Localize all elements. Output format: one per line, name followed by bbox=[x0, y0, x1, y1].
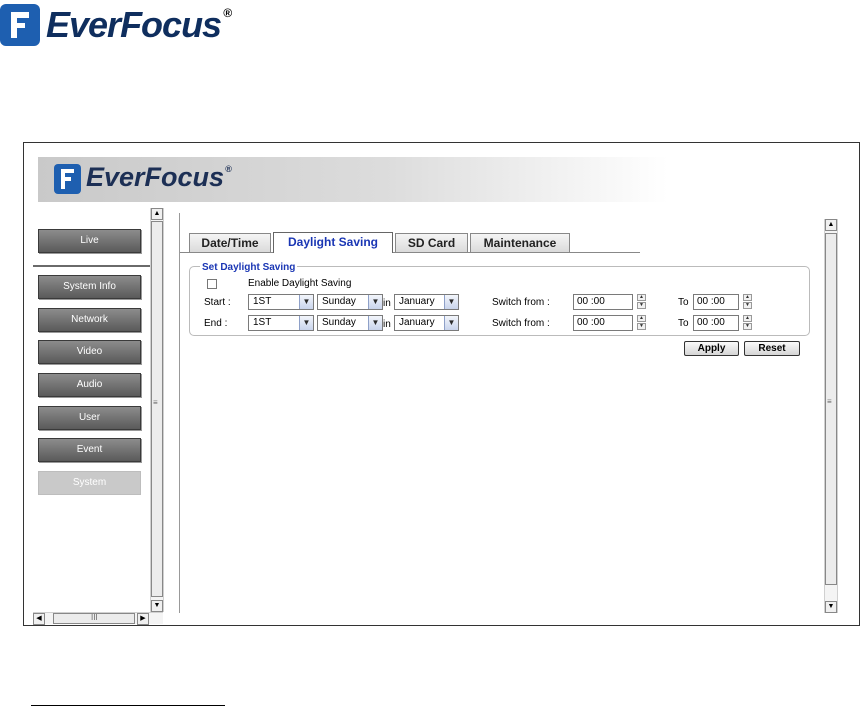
start-label: Start : bbox=[204, 297, 231, 308]
end-month-value: January bbox=[399, 317, 435, 328]
scroll-grip-icon: ≡ bbox=[153, 398, 158, 407]
banner-registered-mark: ® bbox=[225, 164, 232, 174]
spin-down-icon[interactable]: ▼ bbox=[743, 302, 752, 309]
scroll-up-icon[interactable]: ▲ bbox=[825, 219, 837, 231]
banner-brand-text: EverFocus bbox=[86, 162, 225, 192]
start-week-select[interactable]: 1ST ▼ bbox=[248, 294, 314, 310]
start-from-spinner[interactable]: ▲ ▼ bbox=[637, 294, 646, 310]
chevron-down-icon: ▼ bbox=[444, 316, 458, 330]
content-scroll-thumb[interactable] bbox=[825, 233, 837, 585]
scroll-up-icon[interactable]: ▲ bbox=[151, 208, 163, 220]
daylight-saving-legend: Set Daylight Saving bbox=[200, 262, 298, 273]
start-month-select[interactable]: January ▼ bbox=[394, 294, 459, 310]
nav-audio-button[interactable]: Audio bbox=[38, 373, 141, 397]
banner-logo-icon bbox=[54, 164, 81, 194]
end-from-time-input[interactable]: 00 :00 ▲ ▼ bbox=[573, 315, 646, 331]
enable-daylight-saving-checkbox[interactable] bbox=[207, 279, 217, 289]
chevron-down-icon: ▼ bbox=[368, 295, 382, 309]
content-left-border bbox=[179, 213, 180, 613]
nav-horizontal-scrollbar[interactable]: ◀ III ▶ bbox=[33, 612, 163, 625]
end-from-spinner[interactable]: ▲ ▼ bbox=[637, 315, 646, 331]
apply-button[interactable]: Apply bbox=[684, 341, 739, 356]
end-from-time-value: 00 :00 bbox=[577, 317, 605, 328]
nav-network-button[interactable]: Network bbox=[38, 308, 141, 332]
start-switch-label: Switch from : bbox=[492, 297, 550, 308]
nav-scroll-thumb[interactable] bbox=[151, 221, 163, 597]
hscroll-grip-icon: III bbox=[91, 613, 98, 622]
nav-live-button[interactable]: Live bbox=[38, 229, 141, 253]
spin-up-icon[interactable]: ▲ bbox=[743, 315, 752, 322]
content-vertical-scrollbar[interactable]: ▲ ≡ ▼ bbox=[824, 219, 838, 613]
tab-maintenance[interactable]: Maintenance bbox=[470, 233, 570, 253]
scroll-grip-icon: ≡ bbox=[827, 397, 832, 406]
scroll-right-icon[interactable]: ▶ bbox=[137, 613, 149, 625]
nav-user-button[interactable]: User bbox=[38, 406, 141, 430]
end-switch-label: Switch from : bbox=[492, 318, 550, 329]
registered-mark: ® bbox=[223, 6, 232, 20]
tab-daylight-saving[interactable]: Daylight Saving bbox=[273, 232, 393, 253]
start-from-time-value: 00 :00 bbox=[577, 296, 605, 307]
nav-event-button[interactable]: Event bbox=[38, 438, 141, 462]
nav-system-info-button[interactable]: System Info bbox=[38, 275, 141, 299]
start-day-select[interactable]: Sunday ▼ bbox=[317, 294, 383, 310]
start-day-value: Sunday bbox=[322, 296, 356, 307]
spin-down-icon[interactable]: ▼ bbox=[743, 323, 752, 330]
tab-date-time[interactable]: Date/Time bbox=[189, 233, 271, 253]
app-banner: EverFocus® bbox=[38, 157, 668, 202]
end-day-select[interactable]: Sunday ▼ bbox=[317, 315, 383, 331]
chevron-down-icon: ▼ bbox=[299, 316, 313, 330]
chevron-down-icon: ▼ bbox=[368, 316, 382, 330]
end-to-time-value: 00 :00 bbox=[697, 317, 725, 328]
nav-video-button[interactable]: Video bbox=[38, 340, 141, 364]
tab-baseline bbox=[180, 252, 640, 253]
nav-divider bbox=[33, 265, 151, 267]
start-in-label: in bbox=[383, 298, 391, 309]
everfocus-logo-icon bbox=[0, 4, 40, 46]
end-week-select[interactable]: 1ST ▼ bbox=[248, 315, 314, 331]
end-month-select[interactable]: January ▼ bbox=[394, 315, 459, 331]
scroll-down-icon[interactable]: ▼ bbox=[825, 601, 837, 613]
nav-vertical-scrollbar[interactable]: ▲ ≡ ▼ bbox=[150, 208, 164, 612]
start-week-value: 1ST bbox=[253, 296, 272, 307]
end-to-time-input[interactable]: 00 :00 ▲ ▼ bbox=[693, 315, 752, 331]
scroll-down-icon[interactable]: ▼ bbox=[151, 600, 163, 612]
start-from-time-input[interactable]: 00 :00 ▲ ▼ bbox=[573, 294, 646, 310]
chevron-down-icon: ▼ bbox=[299, 295, 313, 309]
end-label: End : bbox=[204, 318, 228, 329]
start-to-spinner[interactable]: ▲ ▼ bbox=[743, 294, 752, 310]
scroll-left-icon[interactable]: ◀ bbox=[33, 613, 45, 625]
end-day-value: Sunday bbox=[322, 317, 356, 328]
nav-system-button[interactable]: System bbox=[38, 471, 141, 495]
reset-button[interactable]: Reset bbox=[744, 341, 800, 356]
document-header-logo: EverFocus ® bbox=[0, 0, 250, 50]
spin-down-icon[interactable]: ▼ bbox=[637, 302, 646, 309]
spin-down-icon[interactable]: ▼ bbox=[637, 323, 646, 330]
spin-up-icon[interactable]: ▲ bbox=[637, 294, 646, 301]
chevron-down-icon: ▼ bbox=[444, 295, 458, 309]
spin-up-icon[interactable]: ▲ bbox=[743, 294, 752, 301]
end-week-value: 1ST bbox=[253, 317, 272, 328]
end-in-label: in bbox=[383, 319, 391, 330]
enable-daylight-saving-label: Enable Daylight Saving bbox=[248, 278, 352, 289]
end-to-spinner[interactable]: ▲ ▼ bbox=[743, 315, 752, 331]
start-to-time-value: 00 :00 bbox=[697, 296, 725, 307]
document-brand-text: EverFocus bbox=[46, 4, 222, 45]
end-to-label: To bbox=[678, 318, 689, 329]
start-month-value: January bbox=[399, 296, 435, 307]
tab-sd-card[interactable]: SD Card bbox=[395, 233, 468, 253]
spin-up-icon[interactable]: ▲ bbox=[637, 315, 646, 322]
start-to-label: To bbox=[678, 297, 689, 308]
start-to-time-input[interactable]: 00 :00 ▲ ▼ bbox=[693, 294, 752, 310]
